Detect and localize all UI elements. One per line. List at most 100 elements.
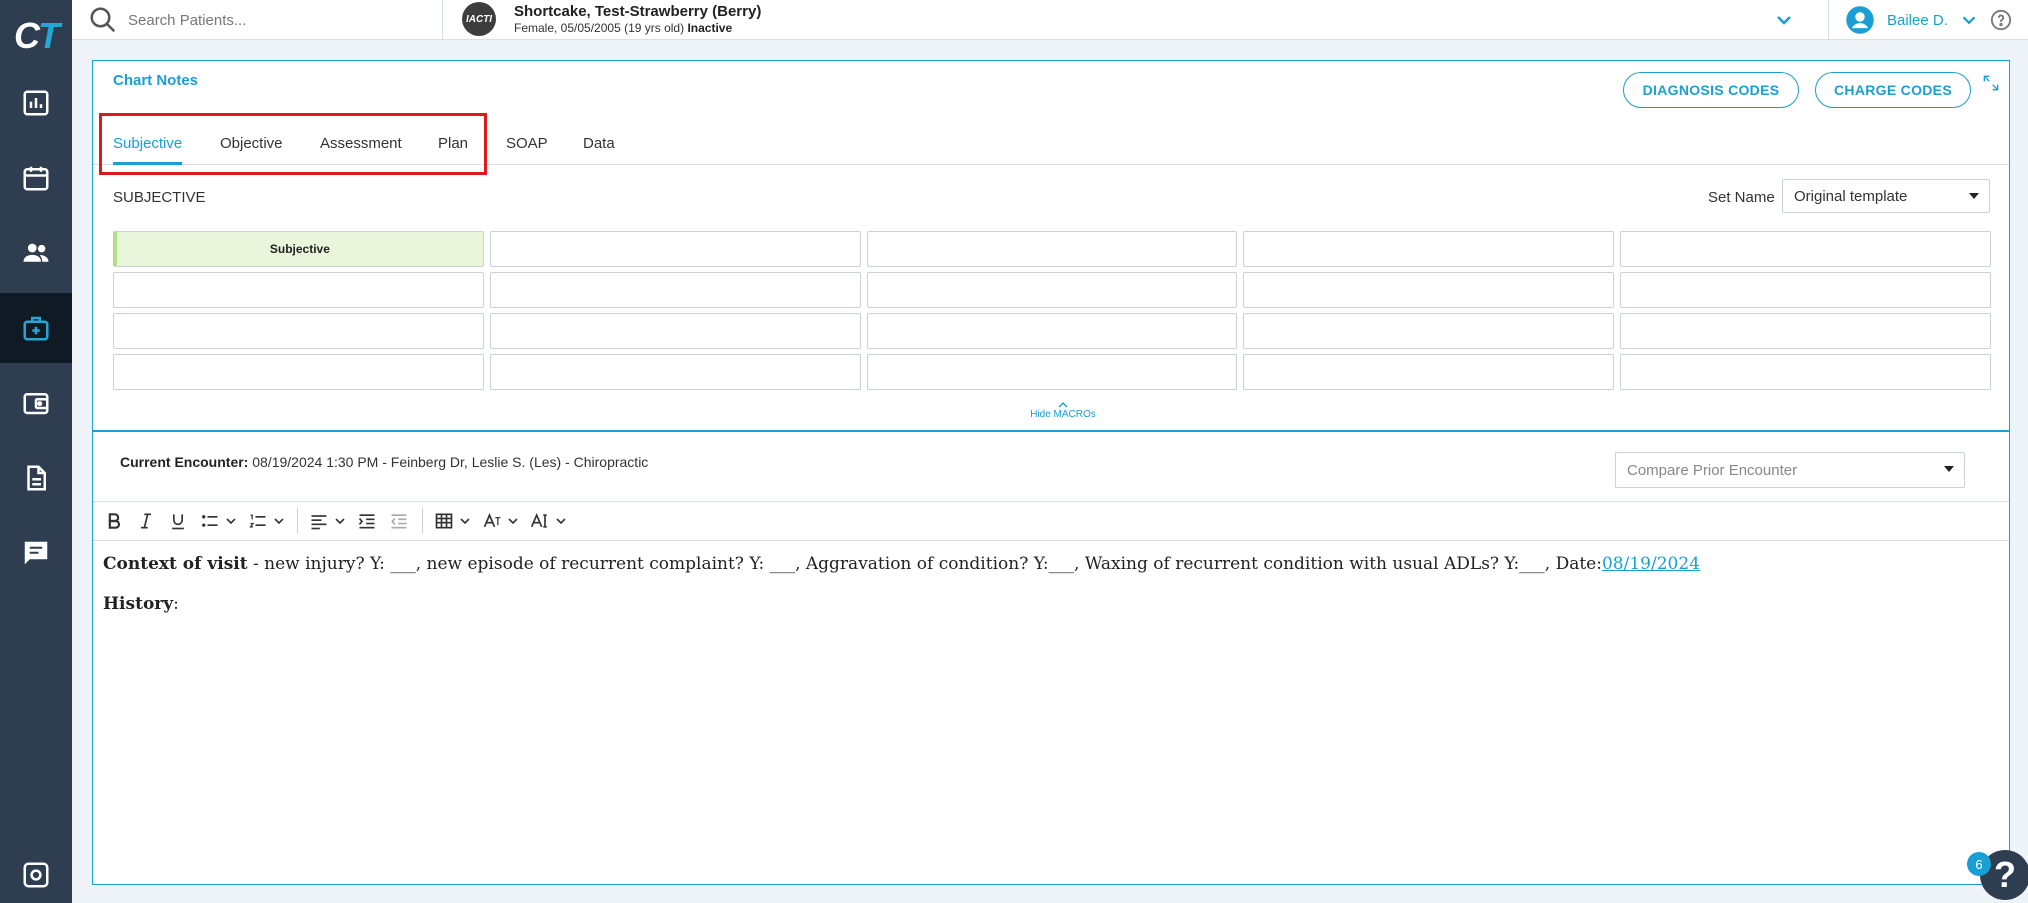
hide-macros-label: Hide MACROs [1030, 409, 1096, 420]
nav-calendar[interactable] [0, 143, 72, 213]
nav-medical-chart[interactable] [0, 293, 72, 363]
patient-header[interactable]: IACTI Shortcake, Test-Strawberry (Berry)… [462, 2, 761, 36]
toolbar-separator [297, 508, 298, 534]
patient-demographics: Female, 05/05/2005 (19 yrs old) [514, 21, 685, 35]
macro-slot[interactable] [866, 231, 1238, 267]
side-navigation: CT [0, 0, 72, 903]
context-text: - new injury? Y: ___, new episode of rec… [247, 554, 1602, 574]
current-encounter: Current Encounter: 08/19/2024 1:30 PM - … [120, 454, 648, 470]
align-button[interactable] [306, 508, 332, 534]
nav-settings[interactable] [0, 840, 72, 903]
macro-slot[interactable] [113, 313, 484, 349]
search-icon[interactable] [88, 5, 118, 35]
chart-notes-panel: Chart Notes DIAGNOSIS CODES CHARGE CODES… [92, 60, 2010, 885]
chevron-down-icon[interactable] [1958, 9, 1980, 31]
panel-title: Chart Notes [113, 72, 199, 89]
indent-button[interactable] [354, 508, 380, 534]
macro-slot[interactable] [113, 354, 484, 390]
help-notification-badge: 6 [1967, 852, 1991, 876]
chevron-down-icon[interactable] [273, 515, 285, 527]
macro-slot[interactable] [489, 354, 861, 390]
chevron-down-icon[interactable] [334, 515, 346, 527]
macro-slot[interactable] [489, 231, 861, 267]
nav-patients[interactable] [0, 218, 72, 288]
tab-soap[interactable]: SOAP [506, 121, 548, 165]
chevron-down-icon[interactable] [555, 515, 567, 527]
question-mark-icon: ? [1994, 854, 2016, 895]
macro-slot[interactable] [1243, 354, 1615, 390]
macro-slot[interactable] [1620, 272, 1991, 308]
encounter-label: Current Encounter: [120, 454, 249, 470]
set-name-value: Original template [1794, 187, 1908, 205]
chevron-down-icon[interactable] [1772, 8, 1796, 32]
underline-button[interactable] [165, 508, 191, 534]
chevron-down-icon[interactable] [459, 515, 471, 527]
macro-slot[interactable] [866, 354, 1238, 390]
patient-avatar: IACTI [462, 2, 496, 36]
bold-button[interactable] [101, 508, 127, 534]
compare-prior-encounter-select[interactable]: Compare Prior Encounter [1615, 452, 1965, 488]
toolbar-separator [422, 508, 423, 534]
nav-dashboard[interactable] [0, 68, 72, 138]
set-name-select[interactable]: Original template [1782, 179, 1990, 213]
logo-letter-c: C [14, 15, 40, 56]
macro-slot[interactable] [489, 272, 861, 308]
macro-slot[interactable] [1243, 313, 1615, 349]
bullet-list-icon [202, 515, 218, 527]
charge-codes-button[interactable]: CHARGE CODES [1815, 72, 1971, 108]
macro-slot[interactable] [489, 313, 861, 349]
diagnosis-codes-button[interactable]: DIAGNOSIS CODES [1623, 72, 1799, 108]
macro-slot[interactable] [866, 272, 1238, 308]
macro-slot[interactable] [1243, 272, 1615, 308]
macro-button-subjective[interactable]: Subjective [113, 231, 484, 267]
expand-icon[interactable] [1981, 73, 2001, 93]
encounter-value: 08/19/2024 1:30 PM - Feinberg Dr, Leslie… [252, 454, 649, 470]
chevron-up-icon [1058, 402, 1068, 408]
patient-search [88, 0, 443, 40]
visit-date-link[interactable]: 08/19/2024 [1602, 554, 1700, 574]
bullet-list-button[interactable] [197, 508, 223, 534]
patients-icon [23, 243, 49, 262]
macro-slot[interactable] [1620, 231, 1991, 267]
macro-slot[interactable] [1620, 354, 1991, 390]
top-bar: IACTI Shortcake, Test-Strawberry (Berry)… [72, 0, 2028, 40]
editor-line-context: Context of visit - new injury? Y: ___, n… [103, 551, 1993, 577]
outdent-icon [391, 514, 407, 529]
app-logo[interactable]: CT [0, 0, 72, 72]
italic-button[interactable] [133, 508, 159, 534]
caret-down-icon [1944, 466, 1954, 472]
tab-plan[interactable]: Plan [438, 121, 468, 165]
tab-subjective[interactable]: Subjective [113, 121, 183, 165]
outdent-button[interactable] [386, 508, 412, 534]
macro-slot[interactable] [866, 313, 1238, 349]
numbered-list-icon [249, 514, 266, 528]
dashboard-icon [23, 90, 49, 116]
table-button[interactable] [431, 508, 457, 534]
help-circle-icon[interactable] [1990, 9, 2012, 31]
section-label: SUBJECTIVE [113, 189, 206, 206]
macro-slot[interactable] [113, 272, 484, 308]
editor-line-history: History: [103, 591, 1993, 617]
search-input[interactable] [128, 11, 428, 29]
nav-billing[interactable] [0, 368, 72, 438]
nav-documents[interactable] [0, 443, 72, 513]
tab-objective[interactable]: Objective [220, 121, 283, 165]
text-style-button[interactable] [479, 508, 505, 534]
numbered-list-button[interactable] [245, 508, 271, 534]
note-tabs: Subjective Objective Assessment Plan SOA… [93, 121, 2009, 165]
macro-slot[interactable] [1243, 231, 1615, 267]
calendar-icon [23, 166, 49, 191]
underline-icon [172, 514, 184, 530]
note-editor[interactable]: Context of visit - new injury? Y: ___, n… [103, 551, 1993, 631]
editor-toolbar [93, 501, 2009, 541]
chevron-down-icon[interactable] [507, 515, 519, 527]
chevron-down-icon[interactable] [225, 515, 237, 527]
macro-slot[interactable] [1620, 313, 1991, 349]
user-menu[interactable]: Bailee D. [1828, 0, 2028, 40]
tab-assessment[interactable]: Assessment [320, 121, 402, 165]
tab-data[interactable]: Data [583, 121, 615, 165]
user-name[interactable]: Bailee D. [1887, 12, 1948, 29]
nav-messages[interactable] [0, 518, 72, 588]
font-size-button[interactable] [527, 508, 553, 534]
hide-macros-toggle[interactable]: Hide MACROs [1013, 401, 1113, 420]
